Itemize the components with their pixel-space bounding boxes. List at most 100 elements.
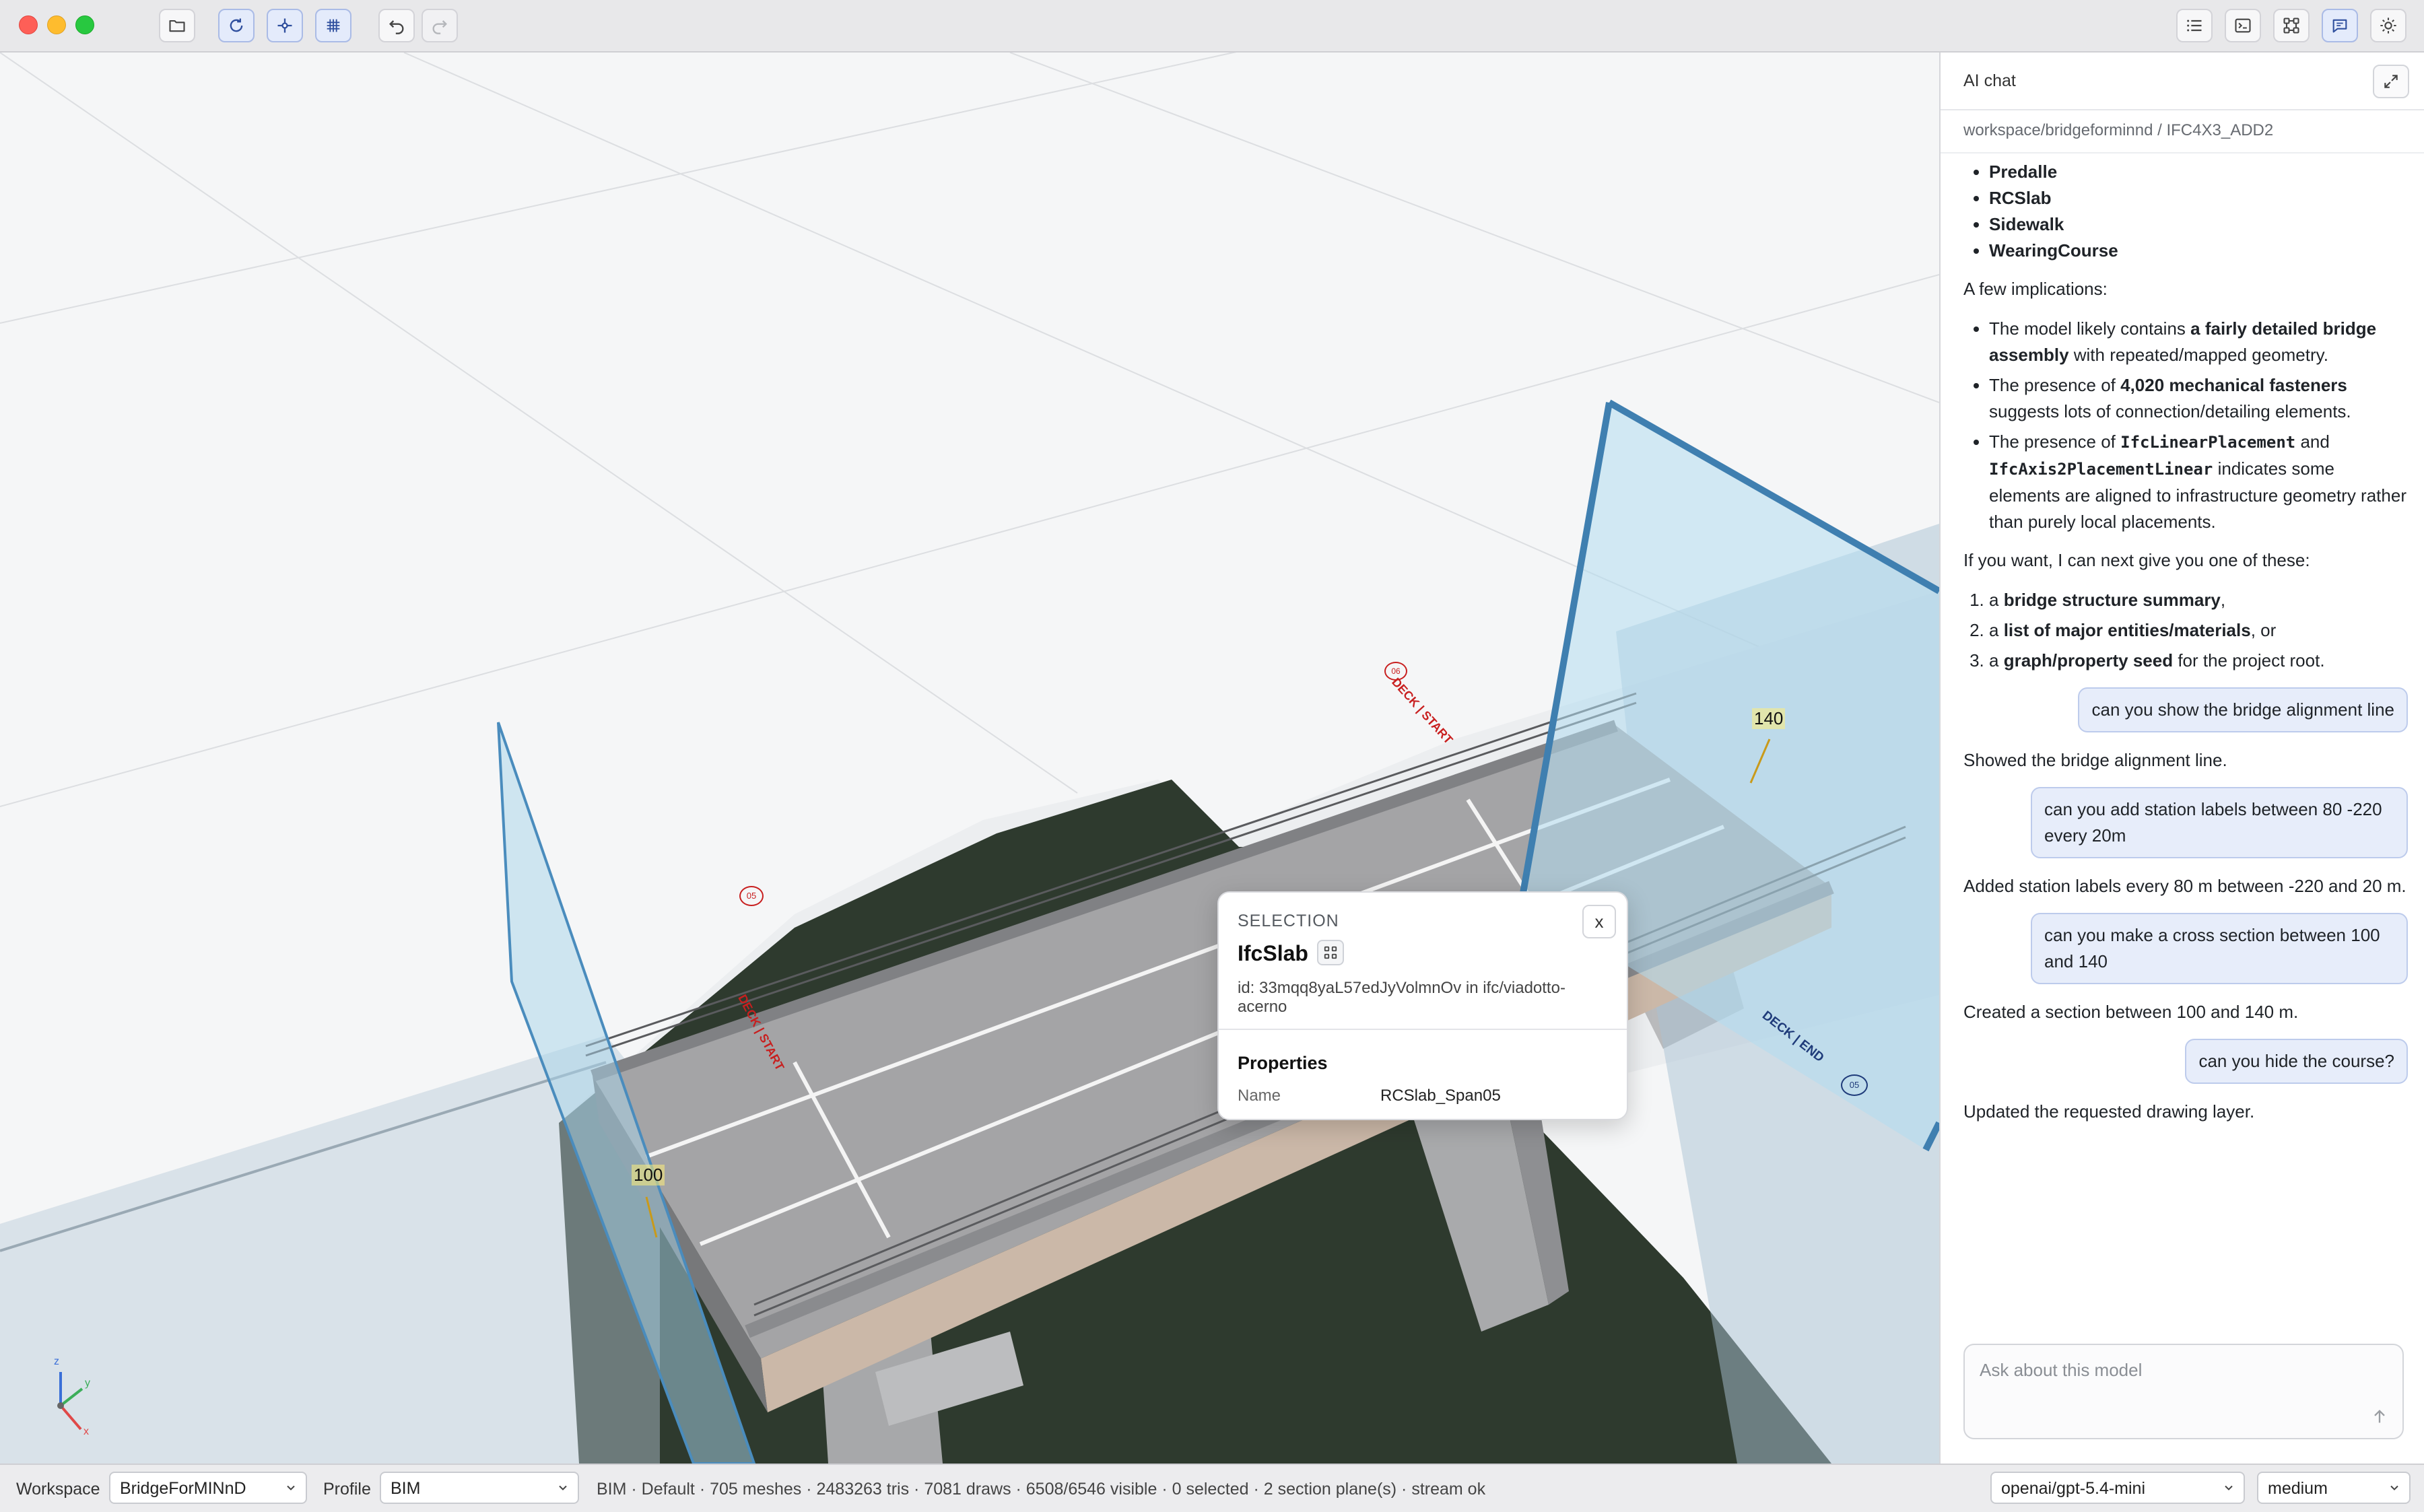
properties-title: Properties xyxy=(1238,1053,1328,1073)
model-viewport[interactable]: DECK | START DECK | START DECK | END 05 … xyxy=(0,53,1939,1464)
station-badge-top: 06 xyxy=(1384,662,1407,681)
user-message-row: can you add station labels between 80 -2… xyxy=(1963,787,2408,858)
profile-select-value: BIM xyxy=(391,1479,421,1498)
text-span: The presence of xyxy=(1989,432,2121,452)
send-arrow-icon[interactable] xyxy=(2370,1407,2389,1426)
close-selection-button[interactable]: x xyxy=(1582,905,1616,938)
graph-icon xyxy=(1324,946,1337,959)
text-span: The presence of xyxy=(1989,375,2121,395)
text-span: for the project root. xyxy=(2173,650,2325,671)
station-badge-start: 05 xyxy=(739,886,764,906)
chat-panel-button[interactable] xyxy=(2322,9,2358,42)
chevron-down-icon xyxy=(2225,1485,2233,1490)
user-message: can you hide the course? xyxy=(2185,1039,2408,1084)
text-span: graph/property seed xyxy=(2003,650,2174,671)
assistant-text: A few implications: xyxy=(1963,279,2108,299)
popup-divider xyxy=(1219,1029,1627,1030)
list-item: The presence of IfcLinearPlacement and I… xyxy=(1989,429,2408,535)
list-item-text: RCSlab xyxy=(1989,188,2052,208)
section-label-100: 100 xyxy=(632,1165,665,1185)
text-span: , xyxy=(2220,590,2226,610)
text-span: list of major entities/materials xyxy=(2003,620,2251,640)
options-list: a bridge structure summary, a list of ma… xyxy=(1963,587,2408,674)
list-item: a bridge structure summary, xyxy=(1989,587,2408,613)
open-folder-button[interactable] xyxy=(159,9,195,42)
list-item: WearingCourse xyxy=(1989,238,2408,264)
terminal-icon xyxy=(2235,18,2251,33)
reload-button[interactable] xyxy=(218,9,255,42)
user-message: can you add station labels between 80 -2… xyxy=(2031,787,2408,858)
implications-list: The model likely contains a fairly detai… xyxy=(1963,316,2408,535)
grid-icon xyxy=(327,19,340,32)
expand-icon xyxy=(2384,75,2398,88)
code-span: IfcAxis2PlacementLinear xyxy=(1989,460,2213,479)
undo-button[interactable] xyxy=(378,9,415,42)
section-label-140: 140 xyxy=(1752,708,1786,729)
assistant-message: Added station labels every 80 m between … xyxy=(1963,876,2406,896)
list-item: RCSlab xyxy=(1989,185,2408,211)
isolate-selection-button[interactable] xyxy=(1317,940,1344,965)
workspace-select[interactable]: BridgeForMINnD xyxy=(109,1472,307,1504)
selection-popup: SELECTION IfcSlab x id: 33mqq8yaL57edJyV… xyxy=(1217,891,1628,1120)
title-bar xyxy=(0,0,2424,53)
profile-select[interactable]: BIM xyxy=(380,1472,579,1504)
text-span: 4,020 mechanical fasteners xyxy=(2120,375,2347,395)
user-message-row: can you hide the course? xyxy=(1963,1039,2408,1084)
text-span: a xyxy=(1989,620,2004,640)
model-select-value: openai/gpt-5.4-mini xyxy=(2001,1479,2146,1498)
chat-path-divider xyxy=(1941,152,2424,153)
list-item: a list of major entities/materials, or xyxy=(1989,617,2408,644)
text-span: a xyxy=(1989,650,2004,671)
station-badge-end: 05 xyxy=(1841,1074,1868,1096)
chat-messages: Predalle RCSlab Sidewalk WearingCourse A… xyxy=(1963,159,2408,1138)
entity-list: Predalle RCSlab Sidewalk WearingCourse xyxy=(1963,159,2408,264)
status-bar: Workspace BridgeForMINnD Profile BIM BIM… xyxy=(0,1464,2424,1512)
text-span: The model likely contains xyxy=(1989,318,2191,339)
render-stats: BIM · Default · 705 meshes · 2483263 tri… xyxy=(597,1480,1486,1499)
minimize-window-button[interactable] xyxy=(47,15,66,34)
text-span: , or xyxy=(2250,620,2277,640)
user-message-row: can you show the bridge alignment line xyxy=(1963,687,2408,732)
chevron-down-icon xyxy=(287,1485,295,1490)
selection-id: id: 33mqq8yaL57edJyVolmnOv in ifc/viadot… xyxy=(1238,979,1566,1016)
list-item: Sidewalk xyxy=(1989,211,2408,238)
reasoning-effort-select[interactable]: medium xyxy=(2257,1472,2411,1504)
console-panel-button[interactable] xyxy=(2225,9,2261,42)
profile-label: Profile xyxy=(323,1480,371,1499)
theme-toggle-button[interactable] xyxy=(2370,9,2406,42)
property-name-key: Name xyxy=(1238,1087,1281,1105)
graph-icon xyxy=(2283,18,2299,34)
workspace-label: Workspace xyxy=(16,1480,100,1499)
list-item: a graph/property seed for the project ro… xyxy=(1989,648,2408,674)
list-item-text: Predalle xyxy=(1989,162,2058,182)
list-item-text: WearingCourse xyxy=(1989,240,2118,261)
chat-composer xyxy=(1963,1344,2404,1439)
user-message: can you show the bridge alignment line xyxy=(2078,687,2408,732)
outline-panel-button[interactable] xyxy=(2176,9,2213,42)
bridge-scene[interactable] xyxy=(0,53,1939,1464)
expand-chat-button[interactable] xyxy=(2373,65,2409,98)
zoom-window-button[interactable] xyxy=(75,15,94,34)
chat-input[interactable] xyxy=(1978,1356,2358,1384)
assistant-message: Updated the requested drawing layer. xyxy=(1963,1101,2255,1122)
selection-class-name: IfcSlab xyxy=(1238,941,1308,965)
toggle-grid-button[interactable] xyxy=(315,9,351,42)
chat-icon xyxy=(2332,19,2347,33)
assistant-message: Created a section between 100 and 140 m. xyxy=(1963,1002,2299,1022)
crosshair-icon xyxy=(277,18,292,33)
close-window-button[interactable] xyxy=(19,15,38,34)
redo-button[interactable] xyxy=(422,9,458,42)
model-select[interactable]: openai/gpt-5.4-mini xyxy=(1990,1472,2245,1504)
selection-header: SELECTION xyxy=(1238,912,1339,930)
refresh-icon xyxy=(230,18,243,32)
workspace-select-value: BridgeForMINnD xyxy=(120,1479,246,1498)
focus-selection-button[interactable] xyxy=(267,9,303,42)
list-icon xyxy=(2187,20,2202,32)
user-message: can you make a cross section between 100… xyxy=(2031,913,2408,984)
chevron-down-icon xyxy=(559,1485,567,1490)
graph-panel-button[interactable] xyxy=(2273,9,2310,42)
property-name-value: RCSlab_Span05 xyxy=(1380,1087,1501,1105)
axis-label-y: y xyxy=(85,1377,90,1389)
list-item: The presence of 4,020 mechanical fastene… xyxy=(1989,372,2408,425)
user-message-row: can you make a cross section between 100… xyxy=(1963,913,2408,984)
